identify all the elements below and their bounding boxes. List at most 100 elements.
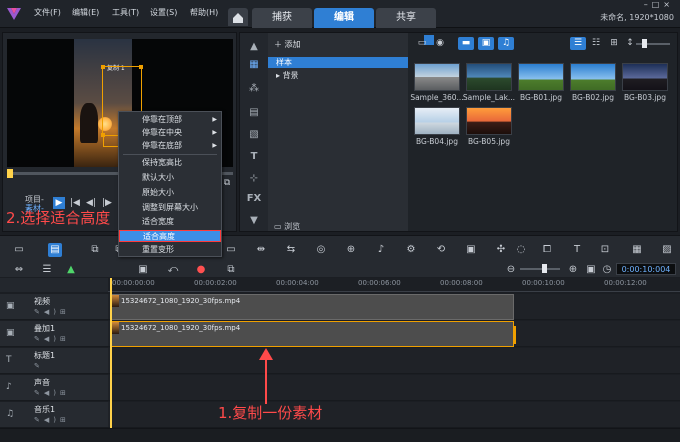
fx-icon[interactable]: FX xyxy=(246,193,262,207)
thumbnail-zoom-handle[interactable] xyxy=(642,39,647,48)
menu-keep-aspect[interactable]: 保持宽高比 xyxy=(119,157,221,169)
add-marker-icon[interactable]: ▲ xyxy=(64,263,78,277)
window-controls[interactable]: –□× xyxy=(644,0,674,9)
time-ruler[interactable]: 00:00:00:00 00:00:02:00 00:00:04:00 00:0… xyxy=(108,278,680,292)
folder-background[interactable]: ▸ 背景 xyxy=(276,70,299,81)
list-icon[interactable]: ☰ xyxy=(40,263,54,277)
show-photo-icon[interactable]: ▣ xyxy=(478,37,494,50)
tracking-icon[interactable]: ✣ xyxy=(494,243,508,257)
motion-icon[interactable]: ⚙ xyxy=(404,243,418,257)
title-icon[interactable]: T xyxy=(246,151,262,165)
track-lane-overlay[interactable]: 15324672_1080_1920_30fps.mp4 xyxy=(108,321,680,347)
playhead[interactable] xyxy=(110,278,112,430)
ripple-icon[interactable]: ⇆ xyxy=(284,243,298,257)
thumbnail-view-icon[interactable]: ⊞ xyxy=(606,37,622,50)
thumb-bg-b02[interactable]: BG-B02.jpg xyxy=(570,63,616,102)
menu-reset-transform[interactable]: 重置变形 xyxy=(119,244,221,256)
auto-music-icon[interactable]: ♪ xyxy=(374,243,388,257)
image-icon[interactable]: ▨ xyxy=(660,243,674,257)
graphic-icon[interactable]: ▧ xyxy=(246,129,262,143)
menu-fit-screen[interactable]: 调整到屏幕大小 xyxy=(119,202,221,214)
track-toggle-icon[interactable]: ⇔ xyxy=(12,263,26,277)
detail-view-icon[interactable]: ☷ xyxy=(588,37,604,50)
storyboard-view-icon[interactable]: ▭ xyxy=(12,243,26,257)
menu-file[interactable]: 文件(F) xyxy=(34,7,61,18)
show-audio-icon[interactable]: ♫ xyxy=(498,37,514,50)
menu-fit-height[interactable]: 适合高度 xyxy=(119,230,221,242)
close-icon[interactable]: × xyxy=(663,0,674,9)
replace-icon[interactable]: ⤺ xyxy=(166,263,180,277)
track-controls[interactable]: ✎◀)⊞ xyxy=(34,335,70,343)
folder-sample[interactable]: 样本 xyxy=(268,57,408,68)
track-head-video[interactable]: ▣ 视频 ✎◀)⊞ xyxy=(0,294,108,320)
template-icon[interactable]: ▤ xyxy=(246,107,262,121)
menu-dock-center[interactable]: 停靠在中央 ▶ xyxy=(119,127,221,139)
track-controls[interactable]: ✎◀)⊞ xyxy=(34,308,70,316)
camera-icon[interactable]: ⧠ xyxy=(540,243,554,257)
track-lane-video[interactable]: 15324672_1080_1920_30fps.mp4 xyxy=(108,294,680,320)
clip-overlay[interactable]: 15324672_1080_1920_30fps.mp4 xyxy=(110,321,516,347)
menu-dock-top[interactable]: 停靠在顶部 ▶ xyxy=(119,114,221,126)
thumb-bg-b04[interactable]: BG-B04.jpg xyxy=(414,107,460,146)
mix-icon[interactable]: ⊕ xyxy=(344,243,358,257)
undo-icon[interactable]: ⧉ xyxy=(88,243,102,257)
timeline-zoom-handle[interactable] xyxy=(542,264,547,273)
menu-fit-width[interactable]: 适合宽度 xyxy=(119,216,221,228)
mask-icon[interactable]: ▣ xyxy=(464,243,478,257)
timeline-timecode[interactable]: 0:00:10:004 xyxy=(616,263,676,275)
collapse-up-icon[interactable]: ▲ xyxy=(246,41,262,55)
timeline-view-icon[interactable]: ▤ xyxy=(48,243,62,257)
track-controls[interactable]: ✎ xyxy=(34,362,44,370)
mic-icon[interactable]: ● xyxy=(194,263,208,277)
track-lane-voice[interactable] xyxy=(108,375,680,401)
maximize-icon[interactable]: □ xyxy=(652,0,664,9)
collapse-down-icon[interactable]: ▼ xyxy=(246,215,262,229)
track-head-voice[interactable]: ♪ 声音 ✎◀)⊞ xyxy=(0,375,108,401)
show-video-icon[interactable]: ▬ xyxy=(458,37,474,50)
track-lane-music[interactable] xyxy=(108,402,680,428)
import-folder-icon[interactable]: ▭ xyxy=(414,37,430,50)
transition-icon[interactable]: ⁂ xyxy=(246,83,262,97)
track-head-title[interactable]: T 标题1 ✎ xyxy=(0,348,108,374)
track-lane-title[interactable] xyxy=(108,348,680,374)
record-icon[interactable]: ◉ xyxy=(432,37,448,50)
fit-icon[interactable]: ⊡ xyxy=(598,243,612,257)
copy-icon[interactable]: ⧉ xyxy=(221,177,233,189)
thumb-bg-b01[interactable]: BG-B01.jpg xyxy=(518,63,564,102)
menu-original-size[interactable]: 原始大小 xyxy=(119,187,221,199)
thumb-sample-lake[interactable]: Sample_Lak... xyxy=(463,63,515,102)
tab-edit[interactable]: 编辑 xyxy=(314,8,374,28)
zoom-in-icon[interactable]: ⊕ xyxy=(566,263,580,277)
tab-share[interactable]: 共享 xyxy=(376,8,436,28)
track-controls[interactable]: ✎◀)⊞ xyxy=(34,389,70,397)
subtitle-icon[interactable]: ⟲ xyxy=(434,243,448,257)
thumb-bg-b03[interactable]: BG-B03.jpg xyxy=(622,63,668,102)
split-icon[interactable]: ⇹ xyxy=(254,243,268,257)
menu-help[interactable]: 帮助(H) xyxy=(190,7,218,18)
menu-settings[interactable]: 设置(S) xyxy=(150,7,177,18)
timeline-zoom-slider[interactable] xyxy=(520,268,560,270)
track-controls[interactable]: ✎◀)⊞ xyxy=(34,416,70,424)
track-manager-icon[interactable]: ▭ xyxy=(224,243,238,257)
thumb-sample-360[interactable]: Sample_360... xyxy=(410,63,464,102)
track-head-overlay[interactable]: ▣ 叠加1 ✎◀)⊞ xyxy=(0,321,108,347)
thumb-bg-b05[interactable]: BG-B05.jpg xyxy=(466,107,512,146)
menu-default-size[interactable]: 默认大小 xyxy=(119,172,221,184)
screen-icon[interactable]: ▦ xyxy=(630,243,644,257)
menu-edit[interactable]: 编辑(E) xyxy=(72,7,99,18)
menu-dock-bottom[interactable]: 停靠在底部 ▶ xyxy=(119,140,221,152)
list-view-icon[interactable]: ☰ xyxy=(570,37,586,50)
zoom-out-icon[interactable]: ⊖ xyxy=(504,263,518,277)
clock-icon[interactable]: ◷ xyxy=(600,263,614,277)
home-tab[interactable] xyxy=(228,8,248,26)
scrub-handle[interactable] xyxy=(7,169,13,178)
media-icon[interactable]: ▦ xyxy=(246,59,262,73)
clip-trim-handle[interactable] xyxy=(513,326,516,344)
loop-icon[interactable]: ◌ xyxy=(514,243,528,257)
track-head-music[interactable]: ♫ 音乐1 ✎◀)⊞ xyxy=(0,402,108,428)
text-icon[interactable]: T xyxy=(570,243,584,257)
path-icon[interactable]: ⊹ xyxy=(246,173,262,187)
record-capture-icon[interactable]: ◎ xyxy=(314,243,328,257)
tab-capture[interactable]: 捕获 xyxy=(252,8,312,28)
fit-project-icon[interactable]: ▣ xyxy=(584,263,598,277)
